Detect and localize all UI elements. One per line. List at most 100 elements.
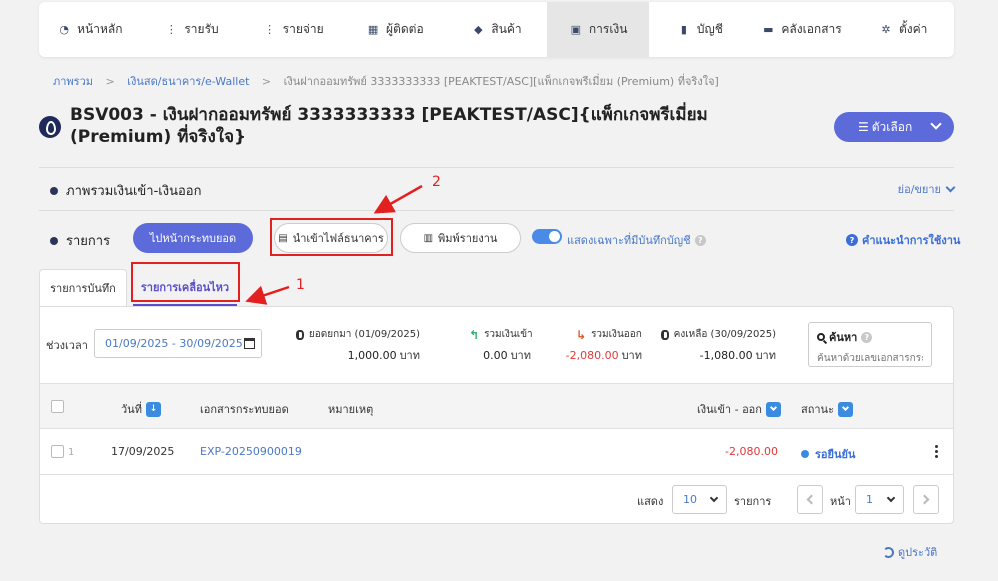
folder-icon: ▬ <box>763 23 774 36</box>
tab-recorded[interactable]: รายการบันทึก <box>39 269 127 306</box>
overview-title: ภาพรวมเงินเข้า-เงินออก <box>66 184 202 199</box>
gauge-icon: ◔ <box>59 23 69 36</box>
divider <box>39 210 954 211</box>
chevron-left-icon <box>806 494 817 505</box>
col-date-label: วันที่ <box>121 403 142 416</box>
breadcrumb-cash-bank[interactable]: เงินสด/ธนาคาร/e-Wallet <box>127 75 249 88</box>
annotation-number-1: 1 <box>296 277 305 293</box>
options-button[interactable]: ☰ ตัวเลือก <box>834 112 954 142</box>
arrow-out-icon: ↳ <box>576 327 587 342</box>
status-label: รอยืนยัน <box>815 448 856 461</box>
col-amount: เงินเข้า - ออก <box>697 400 781 418</box>
question-icon[interactable]: ? <box>694 234 706 246</box>
overview-section: ภาพรวมเงินเข้า-เงินออก <box>50 180 201 201</box>
stat-label: คงเหลือ (30/09/2025) <box>673 329 776 340</box>
search-box: ค้นหา ? <box>808 322 932 367</box>
nav-label: คลังเอกสาร <box>781 22 842 36</box>
box-icon: ◆ <box>474 23 483 36</box>
show-recorded-only-toggle[interactable] <box>532 229 562 244</box>
nav-item-documents[interactable]: ▬ คลังเอกสาร <box>751 2 853 57</box>
nav-label: รายจ่าย <box>282 22 324 36</box>
chevron-right-icon <box>919 494 930 505</box>
date-range-input[interactable]: 01/09/2025 - 30/09/2025 <box>94 329 262 358</box>
bank-logo-icon <box>39 116 61 138</box>
stat-value: -1,080.00 <box>699 349 753 362</box>
page-select[interactable]: 1 <box>855 485 904 514</box>
more-vertical-icon[interactable] <box>935 445 938 458</box>
calendar-icon <box>244 338 255 349</box>
nav-item-accounting[interactable]: ▮ บัญชี <box>649 2 751 57</box>
print-report-button[interactable]: ▥ พิมพ์รายงาน <box>400 223 521 253</box>
col-status: สถานะ <box>801 400 853 418</box>
stat-total-out: ↳ รวมเงินออก -2,080.00 บาท <box>566 327 642 363</box>
stat-value: 1,000.00 <box>347 349 397 362</box>
breadcrumb-overview[interactable]: ภาพรวม <box>53 75 93 88</box>
stat-label: รวมเงินออก <box>591 329 642 340</box>
breadcrumb-separator: > <box>261 75 272 88</box>
col-date: วันที่ ↓ <box>121 400 161 418</box>
breadcrumb-current: เงินฝากออมทรัพย์ 3333333333 [PEAKTEST/AS… <box>283 75 719 88</box>
next-page-button[interactable] <box>913 485 939 514</box>
stat-total-in: ↰ รวมเงินเข้า 0.00 บาท <box>469 327 533 363</box>
coins-icon <box>661 329 669 340</box>
reconcile-label: ไปหน้ากระทบยอด <box>149 232 237 245</box>
transactions-section: รายการ <box>50 230 110 251</box>
chevron-down-icon <box>886 493 896 503</box>
stat-opening: ยอดยกมา (01/09/2025) 1,000.00 บาท <box>296 327 420 362</box>
page-size-select[interactable]: 10 <box>672 485 727 514</box>
nav-item-income[interactable]: ⋮ รายรับ <box>141 2 243 57</box>
coins-icon <box>296 329 304 340</box>
row-checkbox[interactable] <box>51 445 64 458</box>
contact-icon: ▦ <box>367 23 379 36</box>
income-icon: ⋮ <box>165 23 177 36</box>
date-range-value: 01/09/2025 - 30/09/2025 <box>105 337 243 350</box>
select-all-checkbox[interactable] <box>51 400 64 413</box>
chevron-down-icon <box>709 493 719 503</box>
view-history-link[interactable]: ดูประวัติ <box>883 543 937 561</box>
table-row[interactable]: 1 17/09/2025 EXP-20250900019 -2,080.00 ร… <box>40 430 953 475</box>
row-doc-link[interactable]: EXP-20250900019 <box>200 445 302 458</box>
stat-label: ยอดยกมา (01/09/2025) <box>308 329 420 340</box>
table-header: วันที่ ↓ เอกสารกระทบยอด หมายเหตุ เงินเข้… <box>40 383 953 429</box>
stat-label: รวมเงินเข้า <box>484 329 533 340</box>
expense-icon: ⋮ <box>264 23 276 36</box>
question-circle-icon: ? <box>846 234 858 246</box>
col-note: หมายเหตุ <box>328 400 373 418</box>
nav-item-settings[interactable]: ✲ ตั้งค่า <box>852 2 954 57</box>
ledger-icon: ▮ <box>680 23 687 36</box>
stat-unit: บาท <box>621 349 642 362</box>
row-date: 17/09/2025 <box>111 445 175 458</box>
annotation-box-2 <box>270 218 393 256</box>
printer-icon: ▥ <box>423 232 434 244</box>
chevron-down-icon[interactable] <box>837 401 853 417</box>
nav-label: หน้าหลัก <box>77 22 123 36</box>
nav-item-finance[interactable]: ▣ การเงิน <box>547 2 650 57</box>
page-label: หน้า <box>830 495 851 508</box>
history-icon <box>883 546 894 558</box>
switch-label-wrap: แสดงเฉพาะที่มีบันทึกบัญชี ? <box>567 231 706 249</box>
stat-unit: บาท <box>510 349 531 362</box>
usage-guide-link[interactable]: ? คำแนะนำการใช้งาน <box>846 231 960 249</box>
print-label: พิมพ์รายงาน <box>438 232 498 245</box>
page-header: BSV003 - เงินฝากออมทรัพย์ 3333333333 [PE… <box>39 104 799 148</box>
stat-value: -2,080.00 <box>565 349 619 362</box>
nav-item-home[interactable]: ◔ หน้าหลัก <box>39 2 141 57</box>
nav-item-contacts[interactable]: ▦ ผู้ติดต่อ <box>344 2 446 57</box>
nav-label: การเงิน <box>588 22 628 36</box>
reconcile-button[interactable]: ไปหน้ากระทบยอด <box>133 223 253 253</box>
chevron-down-icon[interactable] <box>765 401 781 417</box>
question-icon[interactable]: ? <box>861 331 873 343</box>
collapse-expand-toggle[interactable]: ย่อ/ขยาย <box>898 180 956 198</box>
nav-item-expense[interactable]: ⋮ รายจ่าย <box>242 2 344 57</box>
chevron-down-icon <box>945 182 956 192</box>
nav-label: ตั้งค่า <box>899 22 928 36</box>
row-number: 1 <box>68 447 75 458</box>
search-input[interactable] <box>817 353 923 364</box>
stat-balance: คงเหลือ (30/09/2025) -1,080.00 บาท <box>661 327 776 362</box>
nav-item-products[interactable]: ◆ สินค้า <box>446 2 548 57</box>
transactions-title: รายการ <box>66 234 111 249</box>
sort-down-icon[interactable]: ↓ <box>145 401 161 417</box>
annotation-arrow-1 <box>245 285 290 305</box>
page-size-value: 10 <box>683 493 697 506</box>
prev-page-button[interactable] <box>797 485 823 514</box>
